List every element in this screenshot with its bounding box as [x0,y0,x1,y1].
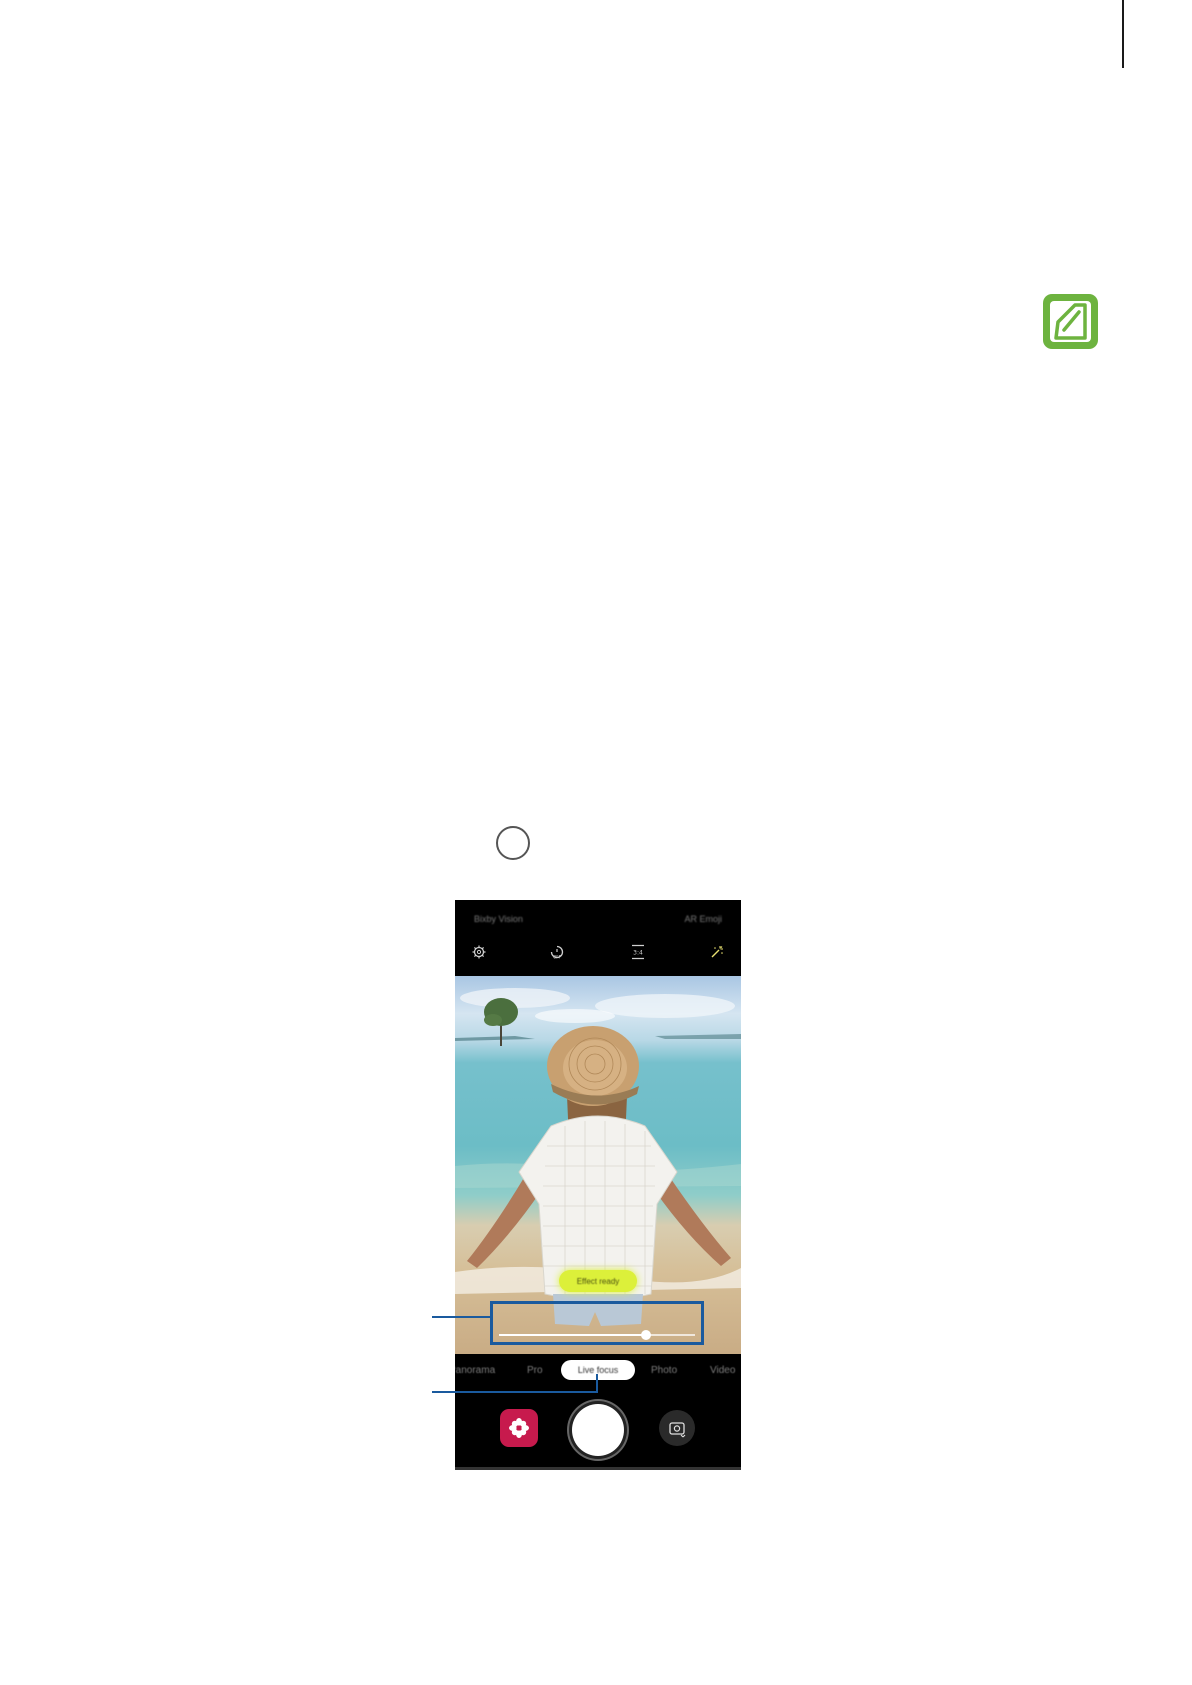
blur-slider-track[interactable] [499,1330,695,1340]
camera-top-row: Bixby Vision AR Emoji [455,900,741,934]
note-icon [1041,292,1100,351]
shutter-button[interactable] [572,1404,624,1456]
effect-ready-indicator: Effect ready [559,1270,637,1292]
blur-adjustment-highlight [490,1301,704,1345]
callout-line-live-focus-vertical [596,1374,598,1393]
blur-slider-fill [499,1334,646,1336]
aspect-ratio-label: 3:4 [633,950,643,957]
mode-live-focus[interactable]: Live focus [561,1360,635,1380]
camera-mode-bar: Panorama Pro Live focus Photo Video [455,1354,741,1386]
camera-viewfinder[interactable]: Effect ready [455,976,741,1354]
effect-ready-label: Effect ready [576,1276,620,1286]
mode-live-focus-label: Live focus [577,1365,619,1375]
settings-icon[interactable] [469,942,489,962]
camera-toolbar: OFF 3:4 [455,934,741,976]
mode-photo[interactable]: Photo [651,1365,677,1376]
timer-label: OFF [553,955,561,960]
bixby-vision-button[interactable]: Bixby Vision [474,914,523,924]
switch-camera-icon[interactable] [659,1410,695,1446]
callout-line-blur-slider [432,1316,492,1318]
camera-screenshot: Bixby Vision AR Emoji OFF 3:4 Effect rea… [455,900,741,1470]
mode-video[interactable]: Video [710,1365,735,1376]
aspect-ratio-icon[interactable]: 3:4 [628,942,648,962]
page-edge-rule [1122,0,1124,68]
callout-line-live-focus [432,1391,598,1393]
preview-image [455,988,741,1326]
gallery-icon[interactable] [500,1409,538,1447]
timer-icon[interactable]: OFF [547,942,567,962]
ar-emoji-button[interactable]: AR Emoji [684,914,722,924]
mode-pro[interactable]: Pro [527,1365,543,1376]
blur-slider-thumb[interactable] [641,1330,651,1340]
filter-icon[interactable] [707,942,727,962]
shutter-button-icon [496,826,530,860]
camera-controls [455,1386,741,1467]
mode-panorama[interactable]: Panorama [455,1365,495,1376]
